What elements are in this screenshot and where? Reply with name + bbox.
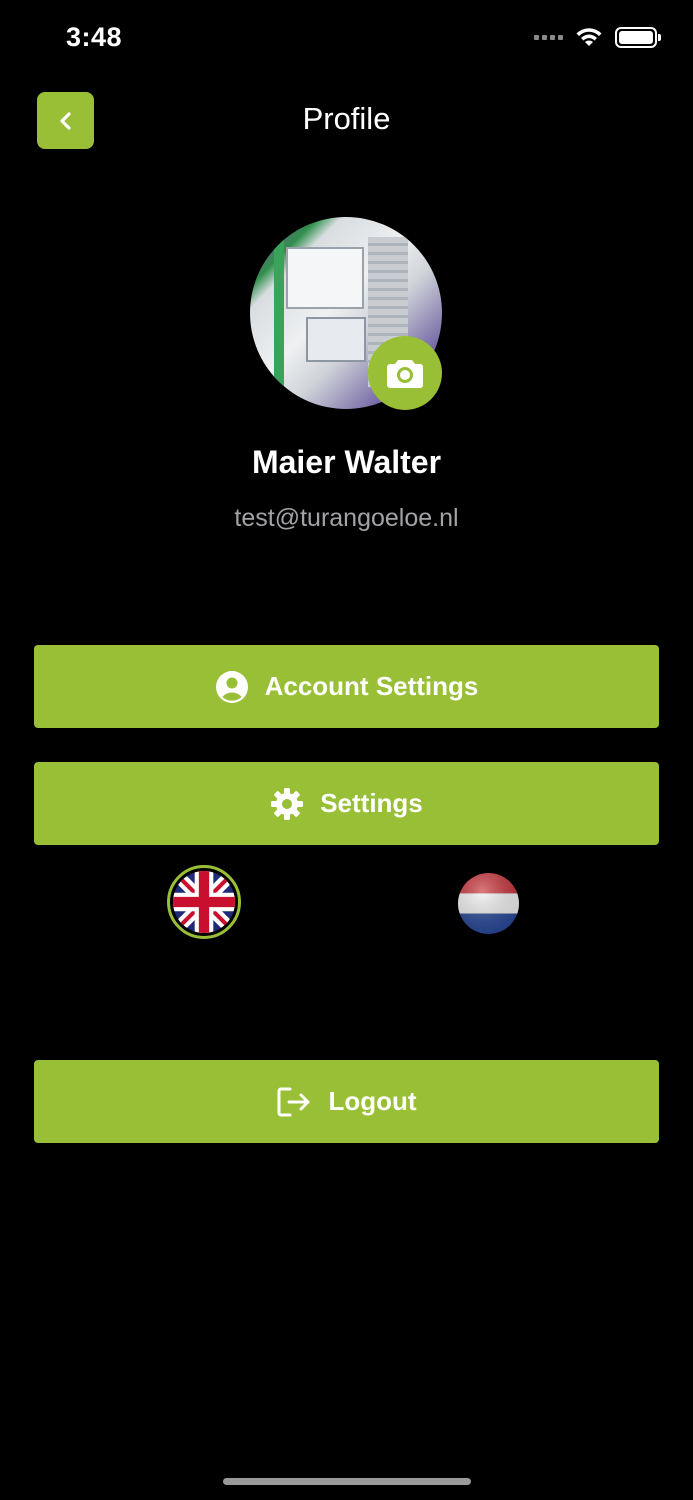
account-settings-button[interactable]: Account Settings	[34, 645, 659, 728]
home-indicator	[223, 1478, 471, 1485]
user-name: Maier Walter	[251, 444, 442, 480]
wifi-icon	[576, 28, 602, 46]
settings-label: Settings	[320, 788, 423, 818]
user-circle-icon	[215, 670, 248, 703]
gear-icon	[271, 787, 304, 820]
status-icons	[534, 26, 661, 48]
nl-flag-icon	[458, 873, 519, 934]
battery-icon	[615, 26, 661, 48]
logout-button[interactable]: Logout	[34, 1060, 659, 1143]
signal-icon	[534, 34, 563, 40]
language-dutch-button[interactable]	[458, 873, 519, 934]
camera-icon	[387, 360, 423, 388]
page-title: Profile	[302, 101, 391, 136]
uk-flag-icon	[173, 871, 235, 933]
settings-button[interactable]: Settings	[34, 762, 659, 845]
profile-screen: 3:48 Profile Maier Walter test@turangoel	[0, 0, 693, 1500]
status-time: 3:48	[66, 22, 123, 52]
logout-icon	[277, 1087, 310, 1116]
user-email: test@turangoeloe.nl	[234, 504, 459, 532]
change-photo-button[interactable]	[368, 336, 442, 410]
account-settings-label: Account Settings	[264, 671, 479, 701]
language-english-button[interactable]	[167, 865, 241, 939]
logout-label: Logout	[328, 1086, 417, 1116]
